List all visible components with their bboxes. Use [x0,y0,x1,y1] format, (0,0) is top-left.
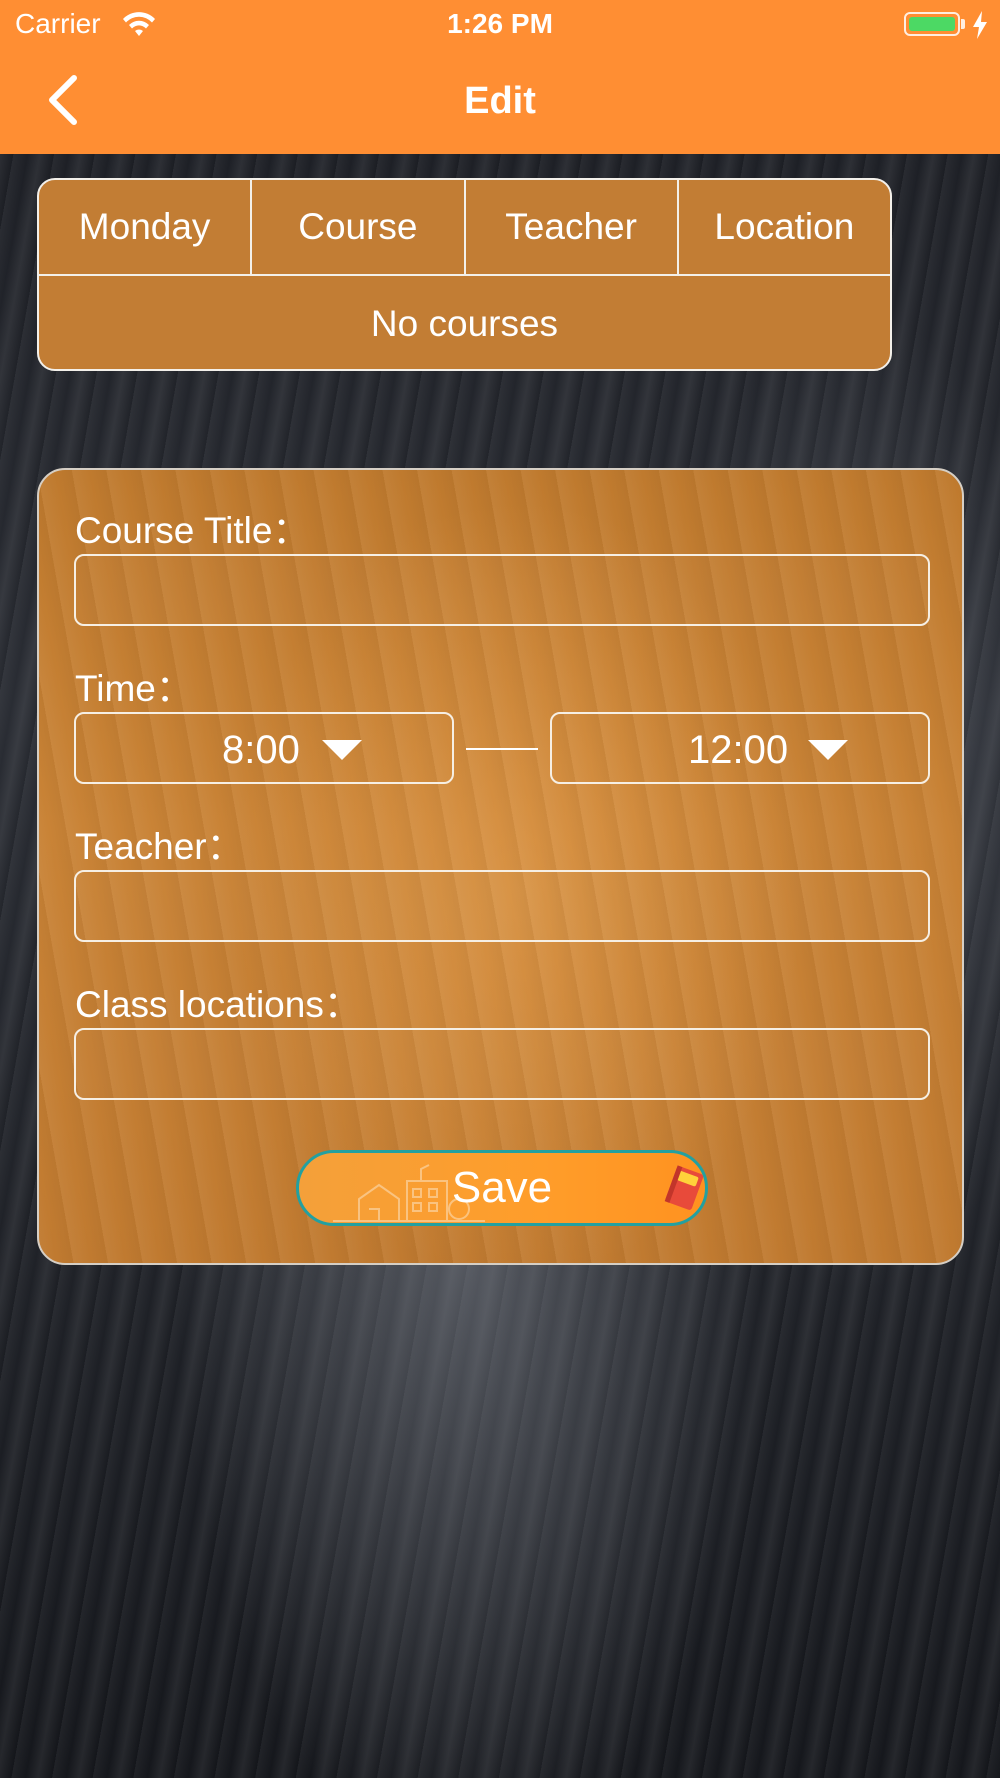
page-title: Edit [464,80,536,122]
battery-nub [961,19,965,29]
notebook-icon [664,1165,704,1210]
caret-down-icon [808,740,848,760]
caret-down-icon [322,740,362,760]
charging-bolt-icon [973,11,987,39]
save-button-label: Save [451,1163,553,1212]
status-time: 1:26 PM [447,8,553,39]
course-title-input[interactable] [74,554,930,626]
end-time-value: 12:00 [688,728,789,772]
column-header-day: Monday [39,180,253,274]
end-time-picker[interactable]: 12:00 [550,712,930,784]
schedule-table: Monday Course Teacher Location No course… [37,178,892,371]
course-title-label: Course Title： [75,510,310,551]
course-edit-form: Course Title： Time： 8:00 12:00 Teacher： … [37,468,964,1265]
teacher-input[interactable] [74,870,930,942]
class-locations-label: Class locations： [75,984,361,1025]
teacher-label: Teacher： [75,826,244,867]
status-bar: Carrier 1:26 PM [0,0,1000,50]
table-header-row: Monday Course Teacher Location [39,180,890,276]
start-time-picker[interactable]: 8:00 [74,712,454,784]
column-header-location: Location [714,206,855,247]
empty-state-message: No courses [370,302,559,344]
battery-icon [904,12,960,36]
column-header-teacher: Teacher [466,180,679,274]
time-label: Time： [75,668,193,709]
navigation-bar: Carrier 1:26 PM Edit [0,0,1000,154]
time-range-separator [466,748,538,750]
class-locations-input[interactable] [74,1028,930,1100]
save-button[interactable]: Save [296,1150,708,1226]
start-time-value: 8:00 [222,728,300,772]
column-header-course: Course [252,180,466,274]
